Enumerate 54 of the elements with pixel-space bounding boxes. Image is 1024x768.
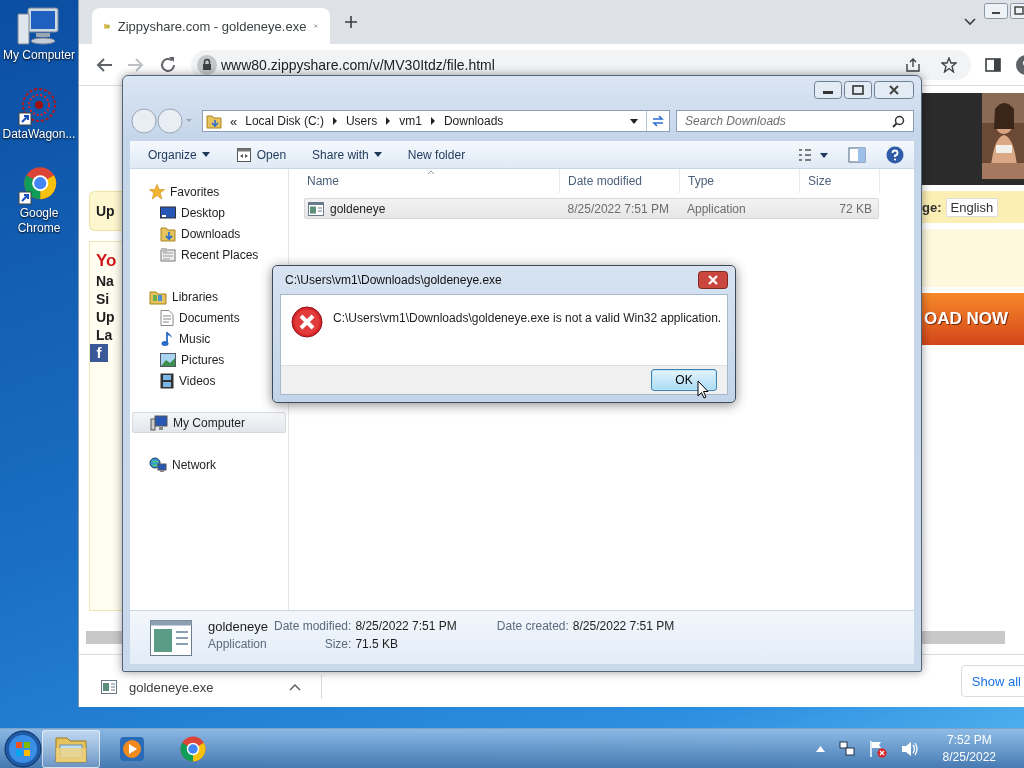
banner-text: Up — [96, 203, 115, 219]
sidebar-item[interactable]: My Computer — [132, 412, 286, 433]
column-header[interactable]: Type — [680, 169, 800, 193]
file-row[interactable]: goldeneye 8/25/2022 7:51 PM Application 72 KB — [304, 198, 879, 219]
clock-time: 7:52 PM — [946, 731, 992, 749]
property-label: Date modified: — [274, 619, 352, 634]
clock-date: 8/25/2022 — [942, 748, 996, 766]
info-text: Up — [96, 308, 115, 326]
property-value: 71.5 KB — [355, 637, 400, 651]
sidebar-item[interactable]: Downloads — [130, 223, 286, 244]
toolbar-button[interactable]: Share with — [312, 147, 382, 162]
sidebar-item[interactable]: Desktop — [130, 202, 286, 223]
file-type: Application — [208, 637, 268, 651]
error-message: C:\Users\vm1\Downloads\goldeneye.exe is not a valid Win32 application. — [333, 310, 722, 325]
info-text: Na — [96, 272, 114, 290]
file-name: goldeneye — [208, 619, 269, 634]
info-text: La — [96, 326, 113, 344]
sidebar-item[interactable]: Network — [130, 454, 286, 475]
file-name-cell: goldeneye — [305, 201, 560, 216]
sidebar-item[interactable]: Recent Places — [130, 244, 286, 265]
address-bar[interactable]: « Local Disk (C:) Users vm1 Downloads — [202, 110, 670, 132]
breadcrumb-item[interactable]: Users — [345, 114, 378, 128]
table-cell-text: 8/25/2022 7:51 PM — [566, 201, 670, 216]
language-dropdown[interactable]: English — [945, 197, 999, 217]
desktop-shortcut[interactable]: My Computer — [0, 6, 78, 63]
column-header[interactable]: Date modified — [560, 169, 680, 193]
search-field[interactable]: Search Downloads — [676, 110, 914, 132]
browser-tab[interactable]: Zippyshare.com - goldeneye.exe — [92, 8, 330, 44]
breadcrumb-item[interactable]: Local Disk (C:) — [245, 114, 324, 128]
table-cell-text: 72 KB — [838, 201, 873, 216]
toolbar-button[interactable]: Open — [235, 146, 287, 163]
info-text: Si — [96, 290, 110, 308]
property-label: Date created: — [496, 619, 569, 634]
breadcrumb-item[interactable]: Downloads — [443, 114, 504, 128]
sidebar-item[interactable]: Favorites — [130, 181, 286, 202]
desktop-shortcut[interactable]: Google Chrome — [0, 164, 78, 236]
info-text: Yo — [96, 250, 117, 272]
language-label: ge: — [922, 199, 942, 215]
dialog-title: C:\Users\vm1\Downloads\goldeneye.exe — [285, 273, 502, 287]
toolbar-button[interactable]: Organize — [148, 147, 210, 162]
ok-button[interactable]: OK — [651, 369, 717, 391]
property-value: 8/25/2022 7:51 PM — [572, 619, 675, 634]
download-item[interactable]: goldeneye.exe — [101, 675, 322, 699]
breadcrumb-item[interactable]: vm1 — [399, 114, 422, 128]
facebook-button[interactable]: f — [90, 344, 108, 362]
column-header[interactable]: Name — [289, 169, 560, 193]
toolbar-button[interactable]: New folder — [407, 147, 466, 162]
table-cell-text: Application — [686, 201, 747, 216]
property-label: Size: — [323, 637, 352, 651]
property-value: 8/25/2022 7:51 PM — [355, 619, 457, 634]
breadcrumb-overflow[interactable]: « — [230, 113, 238, 129]
desktop-shortcut[interactable]: DataWagon... — [0, 85, 78, 142]
column-header[interactable]: Size — [800, 169, 880, 193]
show-all-button[interactable]: Show all — [960, 665, 1024, 697]
